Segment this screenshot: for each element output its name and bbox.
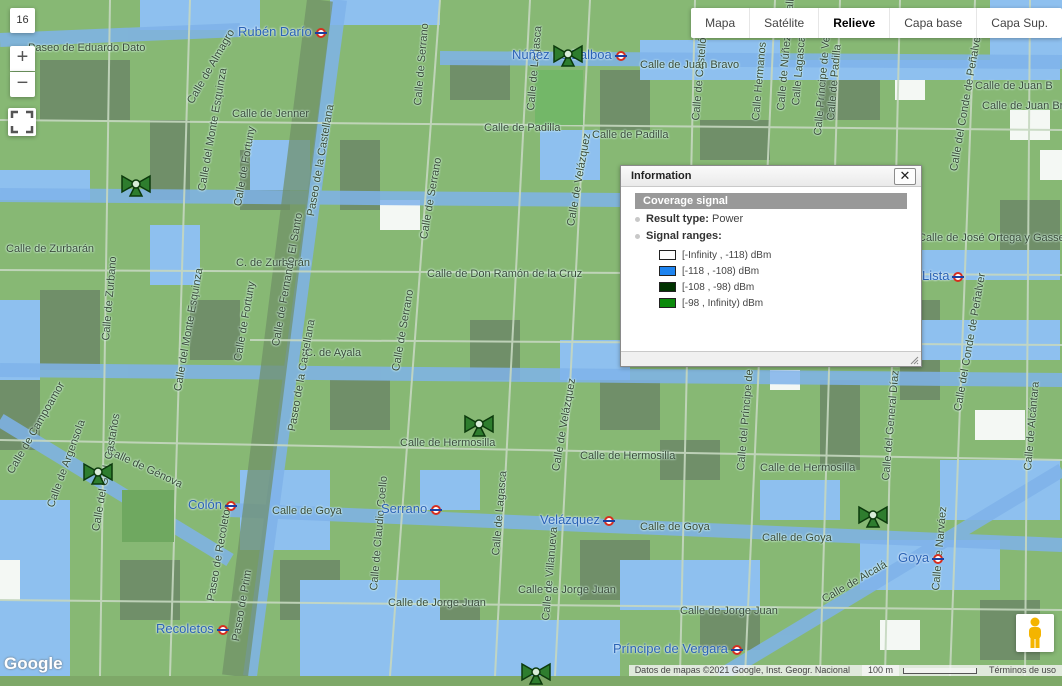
metro-station-name: Goya bbox=[898, 550, 930, 565]
metro-station-name: Colón bbox=[188, 497, 222, 512]
legend-item: [-118 , -108) dBm bbox=[659, 266, 759, 278]
antenna-icon[interactable] bbox=[516, 660, 556, 686]
street-label: Calle de Jenner bbox=[232, 108, 310, 120]
antenna-icon[interactable] bbox=[853, 503, 893, 529]
street-label: Calle de Goya bbox=[762, 532, 832, 544]
street-label: Calle de Hermosilla bbox=[580, 450, 676, 462]
legend-label: [-108 , -98) dBm bbox=[682, 282, 755, 293]
metro-icon bbox=[430, 504, 443, 515]
scale-bar[interactable]: 100 m bbox=[855, 665, 983, 676]
metro-icon bbox=[314, 27, 327, 38]
legend-item: [-98 , Infinity) dBm bbox=[659, 298, 763, 310]
antenna-icon[interactable] bbox=[116, 172, 156, 198]
info-window-title: Information bbox=[631, 170, 692, 182]
metro-station-label[interactable]: Lista bbox=[922, 268, 965, 283]
metro-icon bbox=[952, 271, 965, 282]
metro-station-name: Serrano bbox=[381, 501, 428, 516]
map-type-mapa[interactable]: Mapa bbox=[691, 8, 751, 38]
legend-label: [-98 , Infinity) dBm bbox=[682, 298, 764, 309]
scale-label: 100 m bbox=[861, 665, 899, 676]
street-label: Calle de Jorge Juan bbox=[680, 605, 778, 617]
street-label: Calle de Goya bbox=[272, 505, 342, 517]
metro-icon bbox=[932, 553, 945, 564]
street-label: Calle de Jorge Juan bbox=[518, 584, 616, 596]
street-label: Calle de Padilla bbox=[484, 122, 561, 134]
info-window[interactable]: Information ✕ Coverage signal Result typ… bbox=[620, 165, 922, 367]
street-label: Calle de Padilla bbox=[592, 129, 669, 141]
street-label: Calle de José Ortega y Gasset bbox=[918, 232, 1062, 244]
bullet-icon bbox=[635, 233, 640, 239]
antenna-icon[interactable] bbox=[548, 42, 588, 68]
street-label: Calle de Hermosilla bbox=[400, 437, 496, 449]
map-type-control: Mapa Satélite Relieve Capa base Capa Sup. bbox=[691, 8, 1062, 38]
metro-station-name: Rubén Darío bbox=[238, 24, 312, 39]
pegman-icon bbox=[1029, 617, 1041, 648]
map-type-sat-lite[interactable]: Satélite bbox=[750, 8, 820, 38]
signal-ranges-label: Signal ranges: bbox=[646, 230, 722, 242]
metro-station-name: Príncipe de Vergara bbox=[613, 641, 728, 656]
info-window-footer bbox=[621, 351, 921, 366]
metro-station-label[interactable]: Príncipe de Vergara bbox=[613, 641, 743, 656]
map-type-capa-base[interactable]: Capa base bbox=[890, 8, 978, 38]
antenna-icon[interactable] bbox=[459, 412, 499, 438]
metro-station-label[interactable]: Serrano bbox=[381, 501, 443, 516]
legend-swatch bbox=[659, 266, 676, 277]
legend-swatch bbox=[659, 250, 676, 261]
close-button[interactable]: ✕ bbox=[894, 168, 916, 185]
result-type-label: Result type: bbox=[646, 213, 709, 225]
map-attribution-bar: Datos de mapas ©2021 Google, Inst. Geogr… bbox=[628, 665, 1062, 676]
fullscreen-icon bbox=[10, 110, 34, 134]
metro-icon bbox=[614, 50, 627, 61]
legend-swatch bbox=[659, 282, 676, 293]
street-label: Calle de Don Ramón de la Cruz bbox=[427, 268, 583, 280]
google-logo[interactable]: Google bbox=[4, 654, 63, 674]
zoom-in-button[interactable]: + bbox=[10, 46, 35, 71]
legend-swatch bbox=[659, 298, 676, 309]
legend-label: [-118 , -108) dBm bbox=[682, 266, 760, 277]
legend-item: [-108 , -98) dBm bbox=[659, 282, 754, 294]
fullscreen-button[interactable] bbox=[8, 108, 36, 136]
bullet-icon bbox=[635, 216, 640, 222]
street-label: Calle de Zurbarán bbox=[6, 243, 95, 255]
metro-station-label[interactable]: Recoletos bbox=[156, 621, 229, 636]
zoom-level-indicator: 16 bbox=[10, 8, 35, 33]
street-label: Calle de Hermosilla bbox=[760, 462, 856, 474]
street-label: C. de Zurbarán bbox=[236, 257, 310, 269]
metro-station-name: Recoletos bbox=[156, 621, 214, 636]
metro-station-label[interactable]: Goya bbox=[898, 550, 945, 565]
zoom-out-button[interactable]: − bbox=[10, 72, 35, 97]
street-label: Calle de Jorge Juan bbox=[388, 597, 486, 609]
metro-icon bbox=[224, 500, 237, 511]
street-label: C. de Ayala bbox=[305, 347, 362, 359]
result-type-value: Power bbox=[712, 213, 744, 225]
metro-icon bbox=[603, 515, 615, 526]
map-type-capa-sup[interactable]: Capa Sup. bbox=[977, 8, 1062, 38]
street-view-button[interactable] bbox=[1016, 614, 1054, 652]
signal-ranges-row: Signal ranges: bbox=[635, 230, 722, 242]
resize-grip-icon[interactable] bbox=[909, 355, 919, 365]
legend-label: [-Infinity , -118) dBm bbox=[682, 250, 772, 261]
street-label: Paseo de Eduardo Dato bbox=[28, 42, 146, 54]
legend-item: [-Infinity , -118) dBm bbox=[659, 250, 771, 262]
scale-line bbox=[902, 667, 977, 674]
info-window-titlebar[interactable]: Information ✕ bbox=[621, 166, 921, 187]
street-label: Calle de Goya bbox=[640, 521, 710, 533]
metro-icon bbox=[730, 644, 743, 655]
map-type-relieve[interactable]: Relieve bbox=[819, 8, 891, 38]
metro-station-label[interactable]: Colón bbox=[188, 497, 237, 512]
metro-station-name: Velázquez bbox=[540, 512, 600, 527]
metro-icon bbox=[216, 624, 229, 635]
street-label: Calle de Juan Bravo bbox=[982, 100, 1062, 112]
attribution-text: Datos de mapas ©2021 Google, Inst. Geogr… bbox=[628, 665, 856, 676]
antenna-icon[interactable] bbox=[78, 460, 118, 486]
street-label: Calle de Juan B bbox=[975, 80, 1053, 92]
result-type-row: Result type: Power bbox=[635, 213, 743, 225]
section-header: Coverage signal bbox=[635, 193, 907, 209]
street-label: Calle de Juan Bravo bbox=[640, 59, 740, 71]
terms-link[interactable]: Términos de uso bbox=[982, 665, 1062, 676]
metro-station-label[interactable]: Velázquez bbox=[540, 512, 615, 527]
metro-station-name: Lista bbox=[922, 268, 950, 283]
metro-station-label[interactable]: Rubén Darío bbox=[238, 24, 327, 39]
